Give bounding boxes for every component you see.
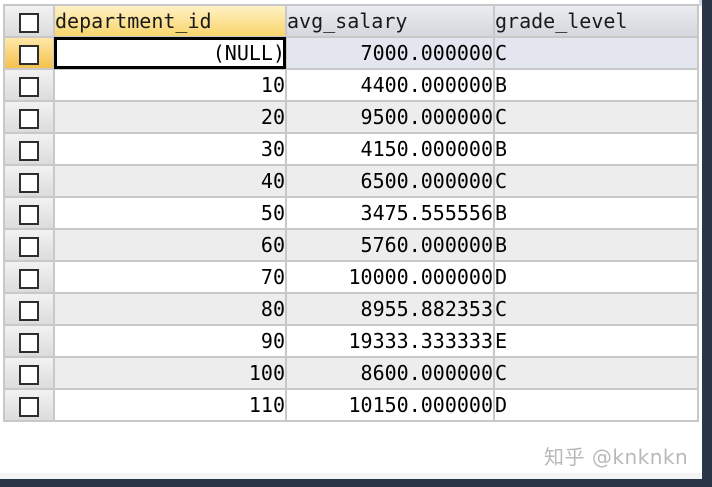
cell-grade-level[interactable]: B bbox=[493, 132, 699, 166]
table-row[interactable]: 50 3475.555556 B bbox=[3, 196, 699, 230]
row-checkbox[interactable] bbox=[19, 300, 39, 321]
cell-grade-level[interactable]: B bbox=[493, 196, 699, 230]
row-selector[interactable] bbox=[3, 100, 55, 134]
row-selector[interactable] bbox=[3, 388, 55, 422]
watermark: 知乎 @knknkn bbox=[544, 445, 689, 469]
row-checkbox[interactable] bbox=[19, 44, 39, 65]
row-selector[interactable] bbox=[3, 260, 55, 294]
cell-grade-level[interactable]: E bbox=[493, 324, 699, 358]
row-checkbox[interactable] bbox=[19, 396, 39, 417]
cell-department-id[interactable]: 30 bbox=[53, 132, 287, 166]
row-selector[interactable] bbox=[3, 324, 55, 358]
row-selector[interactable] bbox=[3, 228, 55, 262]
cell-avg-salary[interactable]: 4400.000000 bbox=[285, 68, 495, 102]
select-all-checkbox-cell[interactable] bbox=[3, 4, 55, 38]
cell-avg-salary[interactable]: 6500.000000 bbox=[285, 164, 495, 198]
window-right-edge bbox=[702, 0, 712, 487]
table-row[interactable]: 110 10150.000000 D bbox=[3, 388, 699, 422]
cell-department-id[interactable]: 100 bbox=[53, 356, 287, 390]
cell-department-id[interactable]: 90 bbox=[53, 324, 287, 358]
row-selector[interactable] bbox=[3, 164, 55, 198]
cell-grade-level[interactable]: B bbox=[493, 228, 699, 262]
cell-grade-level[interactable]: C bbox=[493, 36, 699, 70]
cell-department-id[interactable]: 70 bbox=[53, 260, 287, 294]
column-header-department-id[interactable]: department_id bbox=[53, 4, 287, 38]
row-selector[interactable] bbox=[3, 132, 55, 166]
row-checkbox[interactable] bbox=[19, 76, 39, 97]
row-selector[interactable] bbox=[3, 292, 55, 326]
row-checkbox[interactable] bbox=[19, 268, 39, 289]
cell-avg-salary[interactable]: 5760.000000 bbox=[285, 228, 495, 262]
cell-department-id[interactable]: (NULL) bbox=[53, 36, 287, 70]
column-header-grade-level[interactable]: grade_level bbox=[493, 4, 699, 38]
row-checkbox[interactable] bbox=[19, 364, 39, 385]
cell-grade-level[interactable]: D bbox=[493, 260, 699, 294]
cell-avg-salary[interactable]: 19333.333333 bbox=[285, 324, 495, 358]
cell-department-id[interactable]: 40 bbox=[53, 164, 287, 198]
table-row[interactable]: 70 10000.000000 D bbox=[3, 260, 699, 294]
table-row[interactable]: (NULL) 7000.000000 C bbox=[3, 36, 699, 70]
cell-department-id[interactable]: 10 bbox=[53, 68, 287, 102]
table-row[interactable]: 90 19333.333333 E bbox=[3, 324, 699, 358]
cell-avg-salary[interactable]: 3475.555556 bbox=[285, 196, 495, 230]
table-row[interactable]: 10 4400.000000 B bbox=[3, 68, 699, 102]
cell-department-id[interactable]: 60 bbox=[53, 228, 287, 262]
cell-grade-level[interactable]: D bbox=[493, 388, 699, 422]
table-row[interactable]: 20 9500.000000 C bbox=[3, 100, 699, 134]
table-row[interactable]: 60 5760.000000 B bbox=[3, 228, 699, 262]
window-bottom-edge bbox=[0, 479, 712, 487]
cell-avg-salary[interactable]: 4150.000000 bbox=[285, 132, 495, 166]
cell-avg-salary[interactable]: 9500.000000 bbox=[285, 100, 495, 134]
column-header-avg-salary[interactable]: avg_salary bbox=[285, 4, 495, 38]
row-checkbox[interactable] bbox=[19, 108, 39, 129]
cell-grade-level[interactable]: B bbox=[493, 68, 699, 102]
cell-grade-level[interactable]: C bbox=[493, 356, 699, 390]
table-row[interactable]: 40 6500.000000 C bbox=[3, 164, 699, 198]
cell-department-id[interactable]: 20 bbox=[53, 100, 287, 134]
result-table: department_id avg_salary grade_level (NU… bbox=[3, 4, 699, 422]
row-checkbox[interactable] bbox=[19, 172, 39, 193]
row-selector[interactable] bbox=[3, 36, 55, 70]
result-grid-window: department_id avg_salary grade_level (NU… bbox=[0, 0, 712, 487]
table-row[interactable]: 80 8955.882353 C bbox=[3, 292, 699, 326]
cell-department-id[interactable]: 110 bbox=[53, 388, 287, 422]
row-checkbox[interactable] bbox=[19, 140, 39, 161]
row-checkbox[interactable] bbox=[19, 236, 39, 257]
row-checkbox[interactable] bbox=[19, 204, 39, 225]
cell-department-id[interactable]: 50 bbox=[53, 196, 287, 230]
cell-department-id[interactable]: 80 bbox=[53, 292, 287, 326]
cell-grade-level[interactable]: C bbox=[493, 164, 699, 198]
cell-avg-salary[interactable]: 8955.882353 bbox=[285, 292, 495, 326]
row-selector[interactable] bbox=[3, 196, 55, 230]
row-selector[interactable] bbox=[3, 68, 55, 102]
table-header-row: department_id avg_salary grade_level bbox=[3, 4, 699, 38]
cell-avg-salary[interactable]: 7000.000000 bbox=[285, 36, 495, 70]
cell-grade-level[interactable]: C bbox=[493, 100, 699, 134]
cell-avg-salary[interactable]: 10000.000000 bbox=[285, 260, 495, 294]
table-row[interactable]: 100 8600.000000 C bbox=[3, 356, 699, 390]
cell-avg-salary[interactable]: 10150.000000 bbox=[285, 388, 495, 422]
cell-avg-salary[interactable]: 8600.000000 bbox=[285, 356, 495, 390]
row-checkbox[interactable] bbox=[19, 332, 39, 353]
cell-grade-level[interactable]: C bbox=[493, 292, 699, 326]
table-row[interactable]: 30 4150.000000 B bbox=[3, 132, 699, 166]
row-selector[interactable] bbox=[3, 356, 55, 390]
select-all-checkbox[interactable] bbox=[19, 12, 39, 33]
